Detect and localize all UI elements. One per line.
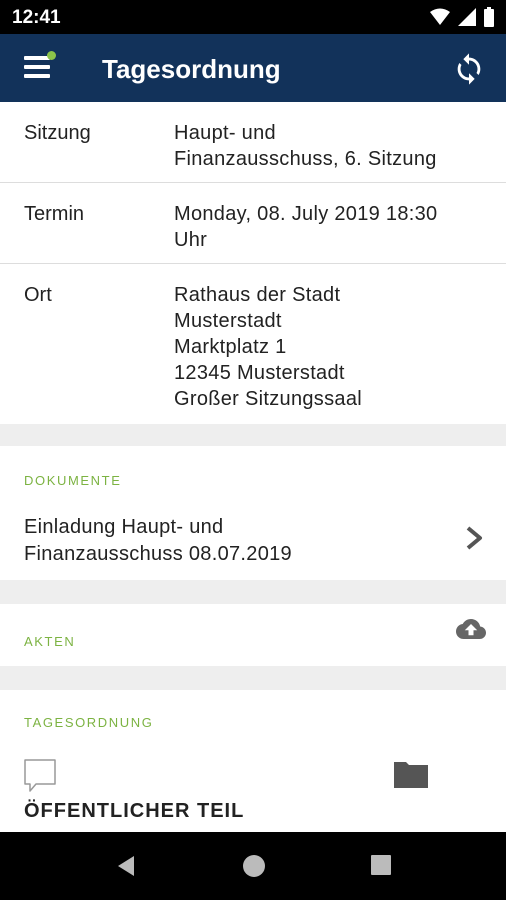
document-title-line: Einladung Haupt- und	[24, 516, 224, 538]
ort-line: Musterstadt	[174, 310, 282, 332]
status-icons	[430, 7, 494, 27]
wifi-icon	[430, 8, 450, 25]
ort-line: 12345 Musterstadt	[174, 362, 345, 384]
refresh-button[interactable]	[452, 52, 486, 86]
status-time: 12:41	[12, 7, 61, 28]
ort-value: Rathaus der Stadt Musterstadt Marktplatz…	[174, 282, 362, 412]
tagesordnung-heading: TAGESORDNUNG	[24, 715, 154, 730]
section-title: ÖFFENTLICHER TEIL	[24, 800, 245, 822]
tagesordnung-card: TAGESORDNUNG ÖFFENTLICHER TEIL	[0, 690, 506, 832]
back-icon[interactable]	[114, 854, 138, 878]
comment-icon[interactable]	[22, 758, 58, 794]
folder-icon[interactable]	[392, 758, 430, 790]
upload-button[interactable]	[454, 614, 488, 649]
dokumente-heading: DOKUMENTE	[24, 473, 122, 488]
status-bar: 12:41	[0, 0, 506, 34]
ort-line: Marktplatz 1	[174, 336, 287, 358]
menu-button[interactable]	[20, 50, 60, 86]
termin-line: Monday, 08. July 2019 18:30	[174, 203, 438, 225]
ort-line: Großer Sitzungssaal	[174, 388, 362, 410]
sitzung-line: Haupt- und	[174, 122, 276, 144]
refresh-icon	[457, 53, 481, 85]
document-title: Einladung Haupt- und Finanzausschuss 08.…	[24, 514, 292, 568]
info-row-ort: Ort Rathaus der Stadt Musterstadt Marktp…	[0, 264, 506, 424]
battery-icon	[484, 7, 494, 27]
cloud-upload-icon	[456, 619, 486, 639]
sitzung-label: Sitzung	[24, 122, 91, 144]
home-icon[interactable]	[242, 854, 266, 878]
page-title: Tagesordnung	[102, 54, 281, 84]
meeting-info-card: Sitzung Haupt- und Finanzausschuss, 6. S…	[0, 102, 506, 424]
termin-value: Monday, 08. July 2019 18:30 Uhr	[174, 201, 437, 253]
chevron-right-icon	[466, 526, 482, 550]
app-bar: Tagesordnung	[0, 34, 506, 102]
system-navigation-bar	[0, 832, 506, 900]
notification-dot	[47, 51, 56, 60]
document-list-item[interactable]: Einladung Haupt- und Finanzausschuss 08.…	[0, 504, 506, 578]
document-title-line: Finanzausschuss 08.07.2019	[24, 543, 292, 565]
dokumente-card: DOKUMENTE Einladung Haupt- und Finanzaus…	[0, 446, 506, 580]
signal-icon	[458, 8, 476, 26]
sitzung-line: Finanzausschuss, 6. Sitzung	[174, 148, 437, 170]
info-row-sitzung: Sitzung Haupt- und Finanzausschuss, 6. S…	[0, 102, 506, 183]
termin-label: Termin	[24, 203, 85, 225]
termin-line: Uhr	[174, 229, 208, 251]
ort-label: Ort	[24, 284, 52, 306]
ort-line: Rathaus der Stadt	[174, 284, 341, 306]
sitzung-value: Haupt- und Finanzausschuss, 6. Sitzung	[174, 120, 437, 172]
akten-card: AKTEN	[0, 604, 506, 666]
recents-icon[interactable]	[370, 854, 392, 876]
akten-heading: AKTEN	[24, 634, 76, 649]
info-row-termin: Termin Monday, 08. July 2019 18:30 Uhr	[0, 183, 506, 264]
